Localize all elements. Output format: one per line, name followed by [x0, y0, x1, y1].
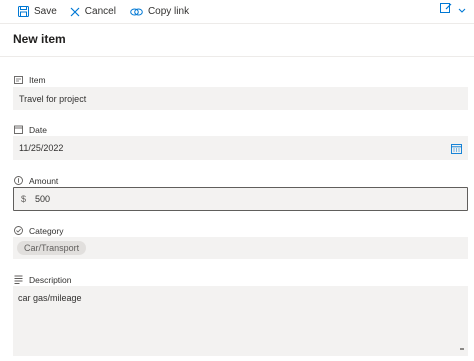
number-icon: [14, 174, 23, 188]
choice-icon: [14, 224, 23, 238]
view-options: [440, 2, 466, 17]
resize-handle[interactable]: [460, 348, 464, 350]
date-input[interactable]: 11/25/2022: [13, 136, 468, 160]
save-button[interactable]: Save: [14, 1, 61, 23]
category-label: Category: [29, 226, 64, 236]
item-value: Travel for project: [19, 93, 87, 104]
amount-value: 500: [35, 194, 51, 204]
calendar-icon: [14, 123, 23, 137]
date-picker-icon[interactable]: [451, 143, 462, 157]
edit-form-icon[interactable]: [440, 2, 452, 17]
close-icon: [70, 7, 80, 17]
link-icon: [130, 7, 143, 17]
save-icon: [18, 6, 29, 17]
amount-field-label: Amount: [14, 174, 58, 188]
title-divider: [0, 56, 474, 57]
text-field-icon: [14, 73, 23, 87]
cancel-button[interactable]: Cancel: [66, 1, 120, 23]
description-field-label: Description: [14, 273, 72, 287]
copy-link-button[interactable]: Copy link: [126, 1, 193, 23]
category-chip[interactable]: Car/Transport: [17, 241, 87, 255]
command-bar: Save Cancel Copy link: [0, 0, 474, 24]
item-field-label: Item: [14, 73, 46, 87]
description-textarea[interactable]: car gas/mileage: [13, 286, 468, 356]
item-input[interactable]: Travel for project: [13, 87, 468, 110]
date-label: Date: [29, 125, 47, 135]
save-label: Save: [34, 6, 57, 17]
category-field-label: Category: [14, 224, 64, 238]
item-label: Item: [29, 75, 46, 85]
copy-link-label: Copy link: [147, 6, 190, 17]
description-value: car gas/mileage: [18, 293, 82, 303]
amount-input[interactable]: $ 500: [13, 187, 468, 211]
currency-symbol: $: [21, 194, 27, 204]
cancel-label: Cancel: [84, 6, 116, 17]
description-label: Description: [29, 275, 72, 285]
category-input[interactable]: Car/Transport: [13, 237, 468, 259]
amount-label: Amount: [29, 176, 59, 186]
chevron-down-icon[interactable]: [458, 3, 466, 17]
form-title: New item: [13, 32, 66, 46]
date-field-label: Date: [14, 123, 47, 137]
multiline-text-icon: [14, 273, 23, 287]
date-value: 11/25/2022: [19, 143, 64, 153]
